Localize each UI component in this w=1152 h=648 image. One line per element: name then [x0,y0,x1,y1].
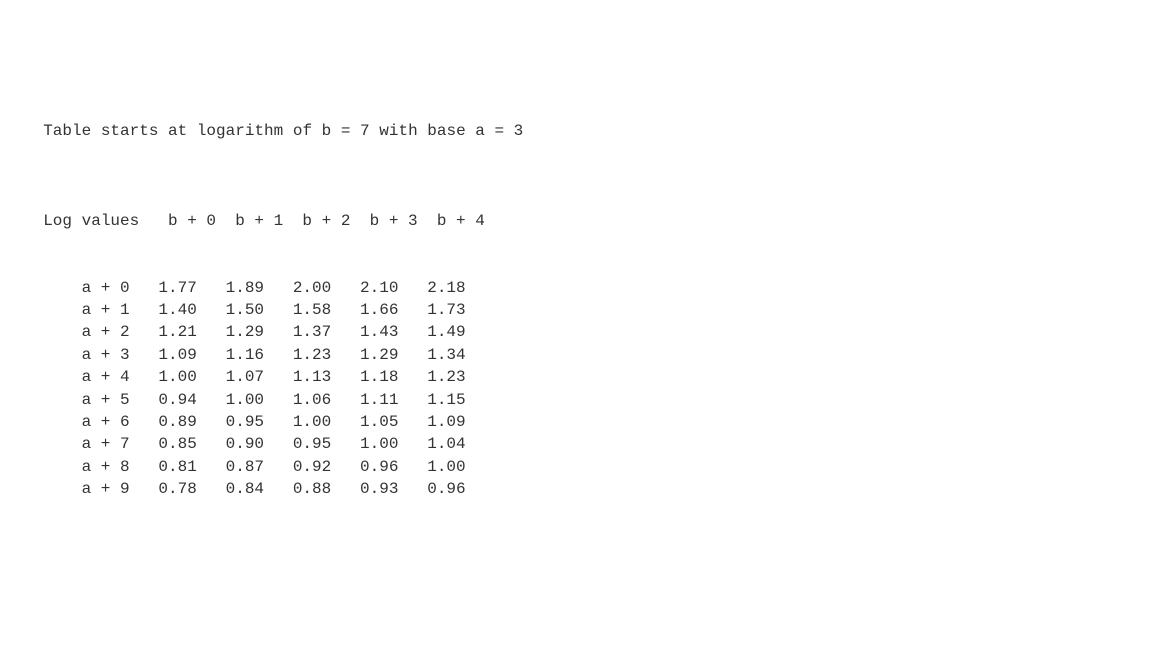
table-row: a + 01.771.892.002.102.18 [24,277,1152,299]
table-cell: 1.29 [197,321,264,343]
table-cell: 0.96 [331,456,398,478]
row-label: a + 0 [24,277,130,299]
table-cell: 1.09 [130,344,197,366]
row-label: a + 8 [24,456,130,478]
table-row: a + 41.001.071.131.181.23 [24,366,1152,388]
table-row: a + 11.401.501.581.661.73 [24,299,1152,321]
table-cell: 1.13 [264,366,331,388]
table-cell: 2.10 [331,277,398,299]
table-cell: 1.29 [331,344,398,366]
col-header: b + 3 [350,210,417,232]
table-cell: 1.23 [264,344,331,366]
table-cell: 1.09 [398,411,465,433]
col-header: b + 4 [418,210,485,232]
table-cell: 1.00 [130,366,197,388]
table-cell: 1.06 [264,389,331,411]
table-row: a + 90.780.840.880.930.96 [24,478,1152,500]
table-row: a + 60.890.951.001.051.09 [24,411,1152,433]
title-row: Table starts at logarithm of b = 7 with … [24,98,1152,143]
table-cell: 1.66 [331,299,398,321]
header-row: Log valuesb + 0b + 1b + 2b + 3b + 4 [24,187,1152,232]
table-cell: 1.16 [197,344,264,366]
table-cell: 1.23 [398,366,465,388]
header-label: Log values [43,210,149,232]
row-label: a + 7 [24,433,130,455]
table-cell: 1.15 [398,389,465,411]
row-label: a + 3 [24,344,130,366]
table-cell: 1.00 [331,433,398,455]
table-cell: 0.93 [331,478,398,500]
table-cell: 1.00 [264,411,331,433]
table-cell: 0.87 [197,456,264,478]
table-cell: 1.58 [264,299,331,321]
table-title: Table starts at logarithm of b = 7 with … [43,120,523,142]
table-cell: 0.81 [130,456,197,478]
row-label: a + 5 [24,389,130,411]
table-cell: 0.95 [197,411,264,433]
table-row: a + 31.091.161.231.291.34 [24,344,1152,366]
row-label: a + 2 [24,321,130,343]
table-cell: 0.94 [130,389,197,411]
col-header: b + 1 [216,210,283,232]
col-header: b + 0 [149,210,216,232]
table-cell: 0.96 [398,478,465,500]
table-cell: 2.00 [264,277,331,299]
row-label: a + 9 [24,478,130,500]
table-cell: 0.89 [130,411,197,433]
table-cell: 1.00 [398,456,465,478]
table-cell: 1.05 [331,411,398,433]
table-cell: 1.04 [398,433,465,455]
table-body: a + 01.771.892.002.102.18a + 11.401.501.… [24,277,1152,501]
table-cell: 0.85 [130,433,197,455]
table-cell: 1.40 [130,299,197,321]
table-cell: 1.21 [130,321,197,343]
table-cell: 2.18 [398,277,465,299]
table-cell: 1.18 [331,366,398,388]
table-cell: 0.84 [197,478,264,500]
table-row: a + 21.211.291.371.431.49 [24,321,1152,343]
table-cell: 1.00 [197,389,264,411]
table-cell: 1.89 [197,277,264,299]
table-cell: 1.43 [331,321,398,343]
table-cell: 0.90 [197,433,264,455]
table-cell: 0.92 [264,456,331,478]
col-header: b + 2 [283,210,350,232]
table-cell: 1.77 [130,277,197,299]
table-row: a + 80.810.870.920.961.00 [24,456,1152,478]
table-cell: 0.95 [264,433,331,455]
table-cell: 1.34 [398,344,465,366]
table-cell: 0.78 [130,478,197,500]
row-label: a + 1 [24,299,130,321]
table-cell: 1.50 [197,299,264,321]
table-cell: 1.07 [197,366,264,388]
table-cell: 1.37 [264,321,331,343]
table-row: a + 70.850.900.951.001.04 [24,433,1152,455]
table-cell: 1.49 [398,321,465,343]
table-row: a + 50.941.001.061.111.15 [24,389,1152,411]
row-label: a + 4 [24,366,130,388]
row-label: a + 6 [24,411,130,433]
table-cell: 0.88 [264,478,331,500]
table-cell: 1.11 [331,389,398,411]
table-cell: 1.73 [398,299,465,321]
